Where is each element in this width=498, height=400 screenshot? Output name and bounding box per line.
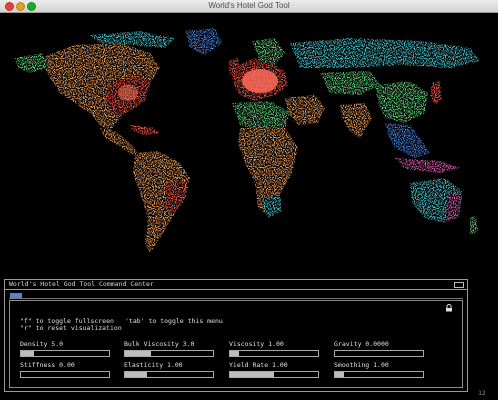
- stiffness-slider[interactable]: [20, 371, 110, 378]
- panel-header: World's Hotel God Tool Command Center: [5, 280, 467, 290]
- help-menu: 'tab' to toggle this menu: [125, 317, 223, 325]
- param-label: Density 5.0: [20, 340, 64, 348]
- continent-india: [340, 103, 372, 138]
- lock-icon[interactable]: [445, 304, 453, 312]
- param-label: Bulk Viscosity 3.0: [124, 340, 195, 348]
- continent-south-america-east: [165, 181, 186, 213]
- slider-fill: [125, 351, 152, 356]
- europe-cluster: [242, 69, 278, 93]
- bulk-viscosity-slider[interactable]: [124, 350, 214, 357]
- tab-settings[interactable]: [10, 293, 22, 298]
- slider-fill: [125, 372, 147, 377]
- window-titlebar: World's Hotel God Tool: [0, 0, 498, 13]
- slider-fill: [230, 372, 274, 377]
- continent-caribbean: [130, 125, 160, 135]
- param-yield-rate: Yield Rate 1.00: [229, 361, 319, 378]
- us-east-cluster: [118, 85, 138, 101]
- slider-fill: [21, 351, 35, 356]
- continent-japan: [430, 81, 442, 105]
- param-label: Stiffness 0.00: [20, 361, 75, 369]
- continent-new-zealand: [470, 216, 478, 235]
- param-elasticity: Elasticity 1.00: [124, 361, 214, 378]
- continent-middle-east: [285, 95, 325, 125]
- param-label: Viscosity 1.00: [229, 340, 284, 348]
- viscosity-slider[interactable]: [229, 350, 319, 357]
- continent-uk: [228, 58, 240, 75]
- smoothing-slider[interactable]: [334, 371, 424, 378]
- fps-counter: 12: [478, 389, 486, 397]
- param-gravity: Gravity 0.0000: [334, 340, 424, 357]
- param-label: Elasticity 1.00: [124, 361, 183, 369]
- gravity-slider[interactable]: [334, 350, 424, 357]
- continent-russia: [290, 38, 480, 68]
- continent-indonesia: [395, 158, 460, 173]
- continent-southeast-asia: [385, 123, 430, 158]
- panel-title: World's Hotel God Tool Command Center: [9, 280, 154, 288]
- continent-china: [375, 81, 428, 123]
- slider-fill: [230, 351, 239, 356]
- help-reset: "r" to reset visualization: [20, 324, 122, 332]
- param-stiffness: Stiffness 0.00: [20, 361, 110, 378]
- param-label: Gravity 0.0000: [334, 340, 389, 348]
- collapse-panel-button[interactable]: [454, 282, 464, 288]
- continent-africa-north: [232, 101, 290, 131]
- continent-australia-east: [446, 193, 462, 221]
- continent-alaska: [15, 53, 48, 73]
- yield-rate-slider[interactable]: [229, 371, 319, 378]
- elasticity-slider[interactable]: [124, 371, 214, 378]
- param-smoothing: Smoothing 1.00: [334, 361, 424, 378]
- tab-strip: [9, 293, 463, 299]
- param-bulk-viscosity: Bulk Viscosity 3.0: [124, 340, 214, 357]
- param-label: Yield Rate 1.00: [229, 361, 288, 369]
- param-density: Density 5.0: [20, 340, 110, 357]
- continent-central-america: [100, 128, 138, 155]
- window-title: World's Hotel God Tool: [208, 1, 290, 10]
- continent-greenland: [185, 28, 222, 55]
- world-hotel-map[interactable]: [0, 13, 498, 275]
- slider-fill: [335, 372, 344, 377]
- density-slider[interactable]: [20, 350, 110, 357]
- continent-central-asia: [320, 71, 380, 95]
- param-label: Smoothing 1.00: [334, 361, 389, 369]
- param-viscosity: Viscosity 1.00: [229, 340, 319, 357]
